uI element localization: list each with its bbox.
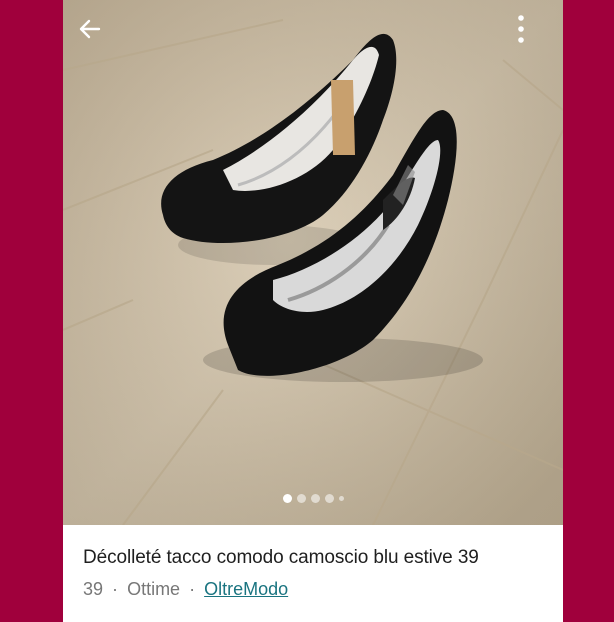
gallery-dot[interactable] (324, 493, 334, 503)
gallery-dot[interactable] (338, 495, 344, 501)
listing-title: Décolleté tacco comodo camoscio blu esti… (83, 547, 479, 568)
gallery-dot[interactable] (310, 493, 320, 503)
product-photo[interactable] (63, 0, 563, 525)
vertical-dots-icon (518, 15, 524, 43)
shoes-image (63, 0, 563, 525)
brand-link[interactable]: OltreModo (204, 579, 288, 599)
arrow-left-icon (79, 19, 101, 39)
gallery-dot[interactable] (282, 493, 292, 503)
condition-label: Ottime (127, 579, 181, 599)
listing-meta: 39 · Ottime · OltreModo (83, 579, 551, 600)
separator: · (189, 579, 196, 599)
back-button[interactable] (77, 16, 109, 48)
listing-info: Décolleté tacco comodo camoscio blu esti… (83, 547, 551, 600)
separator: · (112, 579, 119, 599)
listing-card: Décolleté tacco comodo camoscio blu esti… (63, 0, 563, 622)
size-label: 39 (83, 579, 104, 599)
more-options-button[interactable] (517, 14, 549, 48)
gallery-pagination (63, 492, 563, 504)
gallery-dot[interactable] (296, 493, 306, 503)
